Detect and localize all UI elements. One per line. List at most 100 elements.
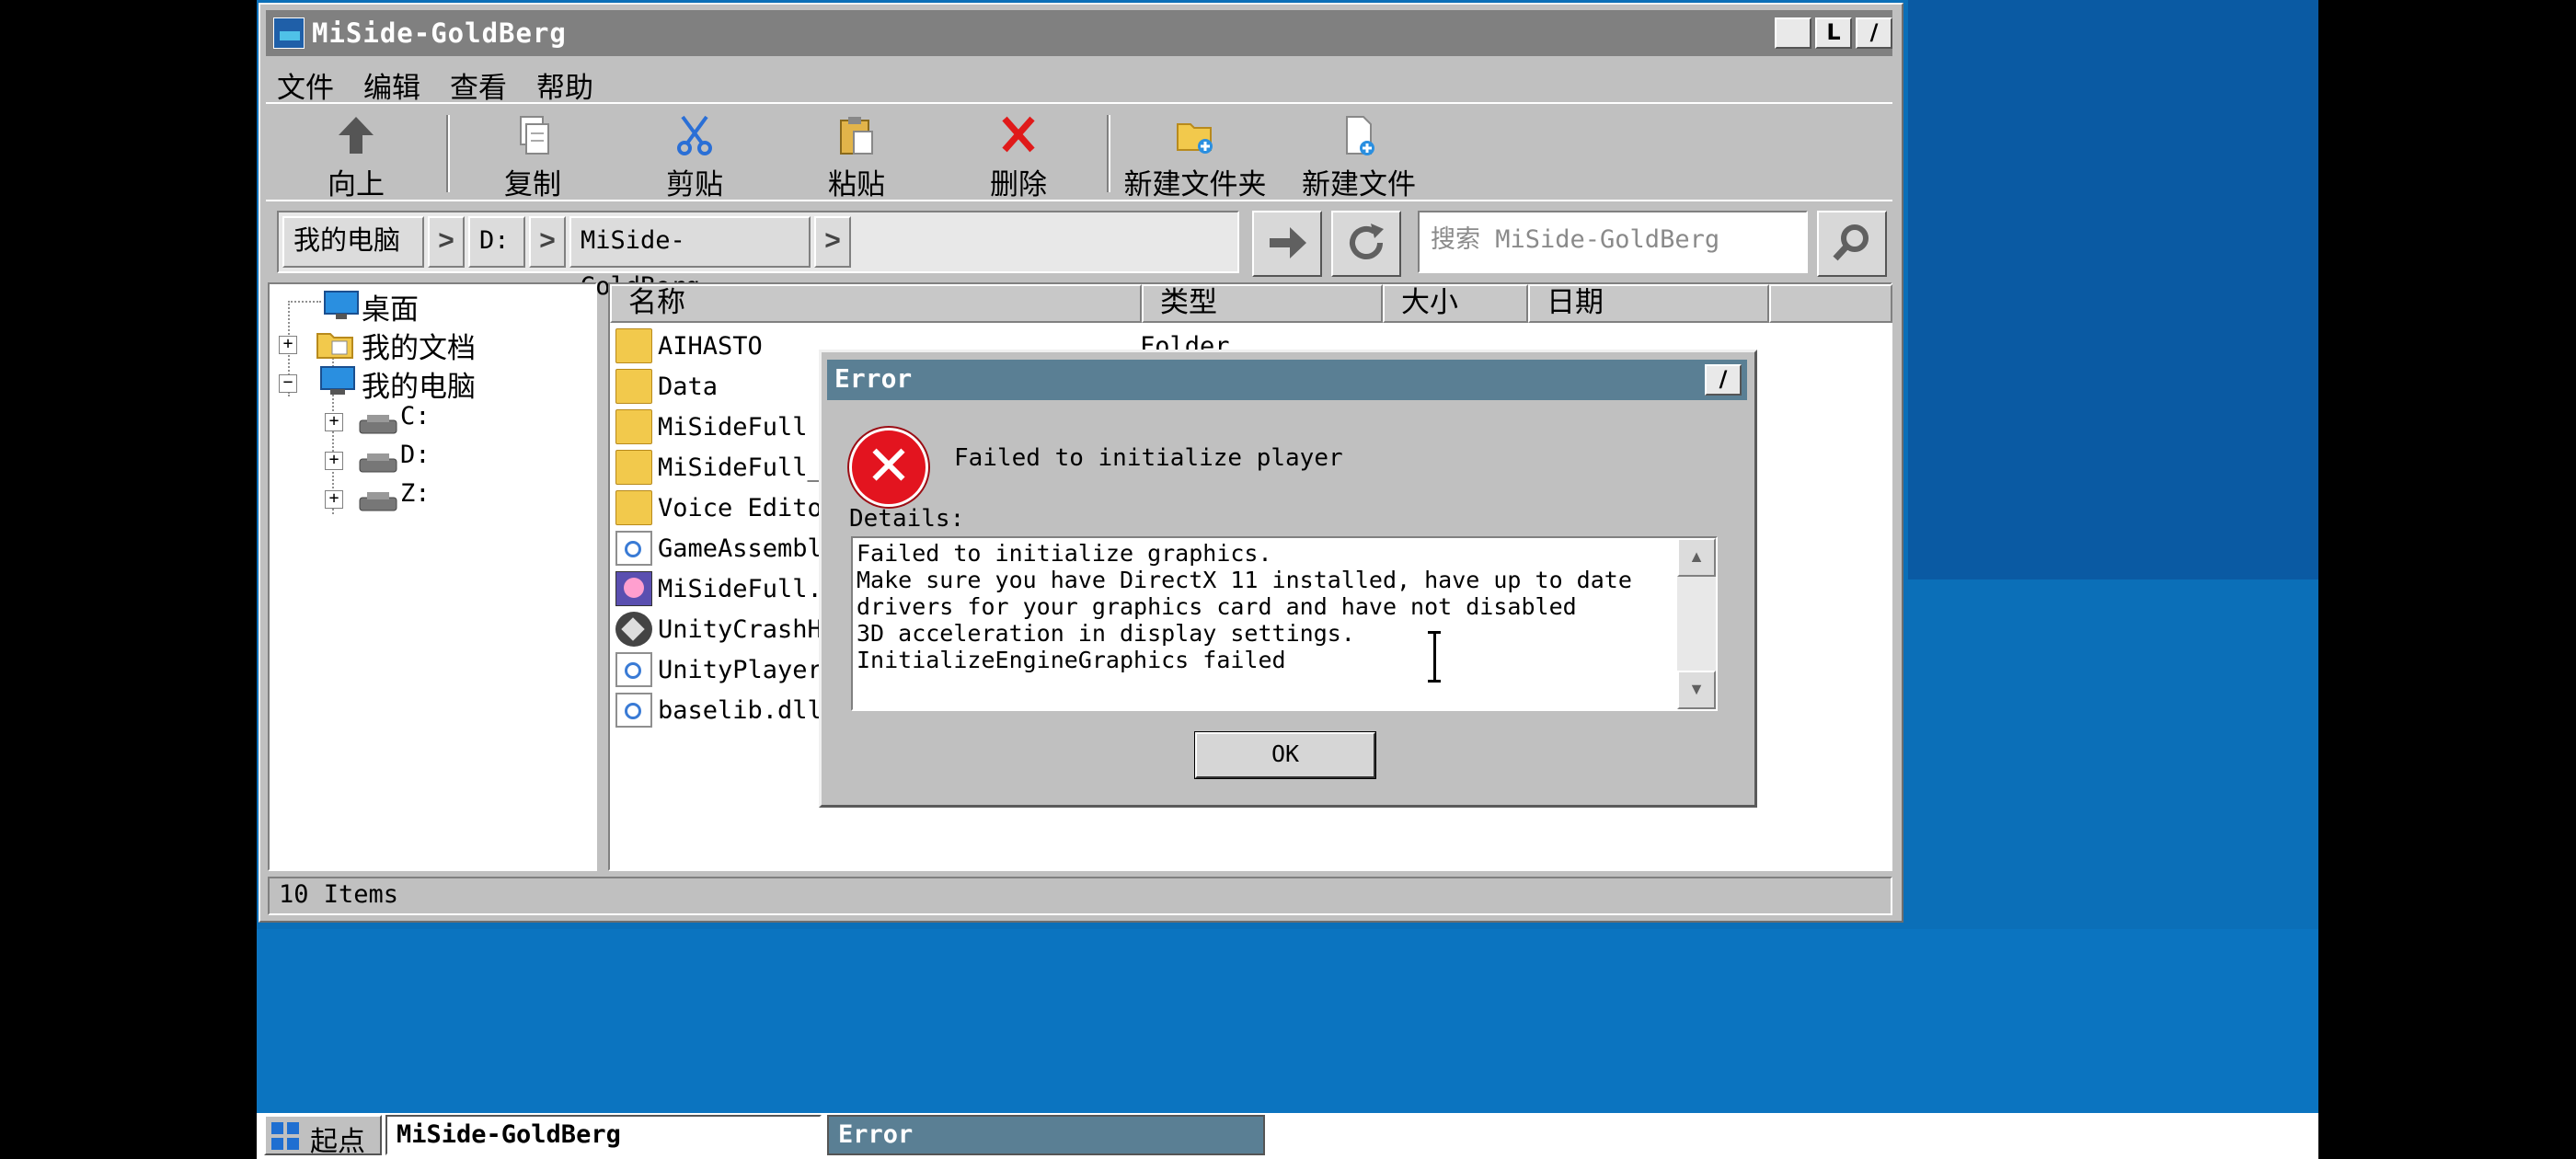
crumb-separator-arrow[interactable]: > [814,216,851,268]
folder-tree: 桌面 + 我的文档 − 我的电脑 + C: + D: + Z: [268,282,597,871]
toolbar: 向上 复制 剪贴 粘贴 删除 新建文件夹 新建文件 [266,102,1892,202]
tree-collapse-button[interactable]: − [279,374,297,393]
delete-button[interactable]: 删除 [954,113,1083,202]
tree-item-drive-z[interactable]: Z: [400,479,431,508]
desktop-icon [324,291,359,319]
crumb-separator-arrow[interactable]: > [428,216,465,268]
ok-button[interactable]: OK [1194,731,1376,779]
start-button[interactable]: 起点 [264,1115,382,1157]
menu-file[interactable]: 文件 [277,64,334,106]
toolbar-separator [446,115,450,192]
file-name: MiSideFull. [658,575,822,603]
new-file-button[interactable]: 新建文件 [1285,113,1432,202]
menu-help[interactable]: 帮助 [536,64,593,106]
cut-label: 剪贴 [666,168,723,201]
menu-view[interactable]: 查看 [450,64,507,106]
search-input[interactable]: 搜索 MiSide-GoldBerg [1418,211,1808,273]
new-folder-icon [1177,123,1213,154]
column-header-size[interactable]: 大小 [1383,284,1528,323]
crumb-folder[interactable]: MiSide-GoldBerg [569,216,811,301]
menu-edit[interactable]: 编辑 [363,64,420,106]
dll-file-icon [615,531,652,566]
tree-line [288,301,321,303]
drive-icon [359,492,397,511]
crumb-separator-arrow[interactable]: > [529,216,566,268]
file-name: Data [658,373,719,401]
status-bar: 10 Items [268,877,1892,915]
text-cursor-icon [1428,631,1441,683]
taskbar-item-file-manager[interactable]: MiSide-GoldBerg [385,1115,822,1155]
delete-label: 删除 [990,168,1047,201]
tree-expand-button[interactable]: + [325,490,343,509]
arrow-right-icon [1270,227,1306,258]
search-button[interactable] [1817,211,1887,277]
window-titlebar[interactable]: MiSide-GoldBerg L / [266,10,1892,56]
column-header-date[interactable]: 日期 [1528,284,1769,323]
paste-label: 粘贴 [828,168,885,201]
dialog-titlebar[interactable]: Error / [827,360,1747,400]
up-button[interactable]: 向上 [292,113,420,202]
new-file-icon [1346,116,1374,155]
error-message: Failed to initialize player [954,444,1343,472]
dll-file-icon [615,693,652,728]
crumb-drive-d[interactable]: D: [468,216,525,268]
arrow-up-icon [339,117,374,154]
crumb-my-computer[interactable]: 我的电脑 [282,216,424,268]
details-label: Details: [849,505,965,533]
clipboard-icon [840,117,873,155]
unity-icon [615,612,652,647]
up-label: 向上 [328,168,385,201]
copy-button[interactable]: 复制 [468,113,597,202]
column-header-filler [1769,284,1892,323]
refresh-button[interactable] [1331,211,1401,277]
scroll-up-button[interactable]: ▲ [1677,538,1716,577]
taskbar-item-error[interactable]: Error [827,1115,1265,1155]
dll-file-icon [615,652,652,687]
minimize-button[interactable] [1775,17,1811,49]
details-textarea[interactable]: Failed to initialize graphics. Make sure… [851,536,1718,711]
tree-item-documents[interactable]: 我的文档 [362,325,476,366]
folder-icon [615,450,652,485]
file-name: AIHASTO [658,332,763,361]
column-header-type[interactable]: 类型 [1142,284,1383,323]
menu-bar: 文件 编辑 查看 帮助 [266,58,1892,104]
tree-item-my-computer[interactable]: 我的电脑 [362,363,476,405]
tree-expand-button[interactable]: + [325,413,343,431]
delete-x-icon [1002,116,1035,153]
dialog-title: Error [834,363,913,394]
close-button[interactable]: / [1856,17,1892,49]
details-scrollbar[interactable]: ▲ ▼ [1677,538,1716,709]
maximize-button[interactable]: L [1815,17,1852,49]
error-dialog: Error / ✕ Failed to initialize player De… [819,350,1757,808]
tree-item-drive-d[interactable]: D: [400,441,431,469]
my-documents-icon [316,333,353,359]
scroll-down-button[interactable]: ▼ [1677,671,1716,709]
paste-button[interactable]: 粘贴 [792,113,921,202]
breadcrumb[interactable]: 我的电脑 > D: > MiSide-GoldBerg > [277,211,1239,301]
cut-button[interactable]: 剪贴 [630,113,759,202]
drive-icon [359,415,397,434]
column-header-name[interactable]: 名称 [610,284,1142,323]
scissors-icon [677,115,712,155]
details-line: InitializeEngineGraphics failed [857,647,1286,673]
search-icon [1833,224,1869,261]
tree-item-desktop[interactable]: 桌面 [362,286,419,327]
address-bar-row: 我的电脑 > D: > MiSide-GoldBerg > 搜索 MiSide-… [266,200,1892,301]
file-name: Voice Edito [658,494,822,522]
tree-item-drive-c[interactable]: C: [400,402,431,430]
new-folder-label: 新建文件夹 [1123,168,1267,201]
windows-logo-icon [271,1122,299,1150]
tree-expand-button[interactable]: + [325,452,343,470]
start-label: 起点 [310,1127,365,1157]
tree-expand-button[interactable]: + [279,336,297,354]
dialog-close-button[interactable]: / [1705,364,1742,396]
folder-icon [615,369,652,404]
taskbar: 起点 MiSide-GoldBerg Error [257,1113,2318,1159]
error-icon: ✕ [849,428,928,507]
go-button[interactable] [1252,211,1322,277]
copy-label: 复制 [504,168,561,201]
details-line: Make sure you have DirectX 11 installed,… [857,567,1632,593]
file-name: baselib.dll [658,696,822,725]
new-folder-button[interactable]: 新建文件夹 [1112,113,1278,202]
app-icon [273,17,305,49]
